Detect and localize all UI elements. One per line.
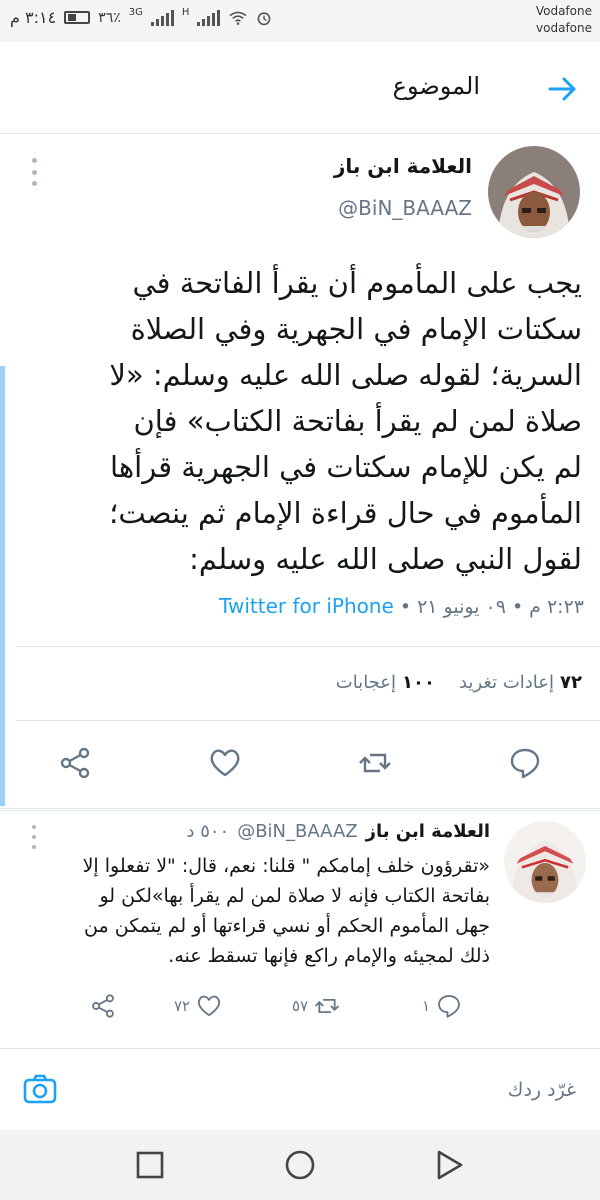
battery-percent: ٣٦٪ — [98, 9, 121, 26]
author-handle[interactable]: @BiN_BAAAZ — [338, 196, 472, 220]
heart-icon — [198, 995, 221, 1017]
retweet-icon[interactable] — [358, 746, 392, 780]
reply-icon[interactable] — [508, 746, 542, 780]
retweet-icon — [315, 998, 340, 1014]
thread-indicator — [0, 366, 5, 806]
battery-icon — [64, 11, 91, 24]
share-icon — [92, 994, 114, 1018]
wifi-icon — [229, 11, 247, 25]
camera-icon[interactable] — [22, 1071, 58, 1107]
network-type-label: 3G — [128, 7, 143, 18]
recent-apps-icon[interactable] — [133, 1148, 167, 1182]
likes-count: ١٠٠ — [402, 672, 436, 693]
reply-avatar[interactable] — [504, 821, 586, 903]
reply-retweet-count: ٥٧ — [292, 997, 309, 1015]
tweet-stats: ٧٢إعادات تغريد ١٠٠إعجابات — [336, 672, 582, 693]
likes-label: إعجابات — [335, 672, 397, 693]
signal-icon — [150, 9, 174, 26]
retweets-count: ٧٢ — [560, 672, 582, 693]
home-icon[interactable] — [283, 1148, 317, 1182]
tweet-text: يجب على المأموم أن يقرأ الفاتحة في سكتات… — [109, 266, 582, 576]
more-options-icon[interactable] — [32, 158, 38, 186]
signal-icon-2 — [197, 9, 221, 26]
avatar-photo — [488, 146, 580, 238]
retweets-stat[interactable]: ٧٢إعادات تغريد — [459, 672, 582, 693]
reply-actions: ٧٢ ٥٧ ١ — [0, 993, 600, 1027]
carrier-line-1: Vodafone — [535, 4, 592, 18]
tweet-meta: ٢:٢٣ م • ٠٩ يونيو ٢١ • Twitter for iPhon… — [219, 594, 584, 618]
reply-compose-bar[interactable]: غرّد ردك — [0, 1048, 600, 1130]
divider-3 — [0, 808, 600, 809]
page-title: الموضوع — [392, 72, 480, 100]
carrier-label: Vodafone vodafone — [536, 3, 592, 37]
avatar[interactable] — [488, 146, 580, 238]
reply-like-count: ٧٢ — [174, 997, 191, 1015]
share-icon[interactable] — [58, 746, 92, 780]
status-left-group: ٣:١٤ م ٣٦٪ 3G H — [10, 7, 272, 27]
reply-avatar-photo — [504, 821, 586, 903]
reply-input[interactable]: غرّد ردك — [508, 1079, 576, 1101]
status-bar: ٣:١٤ م ٣٦٪ 3G H Vodafone vodafone — [0, 0, 600, 42]
reply-time: ٥٠٠ د — [186, 821, 230, 842]
divider — [16, 646, 600, 647]
tweet-actions — [0, 738, 600, 788]
reply-share-button[interactable] — [90, 993, 116, 1019]
likes-stat[interactable]: ١٠٠إعجابات — [336, 672, 435, 693]
back-icon[interactable] — [433, 1148, 467, 1182]
reply-author-handle[interactable]: @BiN_BAAAZ — [237, 821, 357, 842]
reply-header: العلامة ابن باز @BiN_BAAAZ ٥٠٠ د — [186, 821, 490, 842]
reply-text: «تقرؤون خلف إمامكم " قلنا: نعم، قال: "لا… — [82, 855, 490, 967]
tweet-time: ٢:٢٣ م — [529, 596, 584, 618]
system-nav-bar — [0, 1130, 600, 1200]
reply-tweet[interactable]: العلامة ابن باز @BiN_BAAAZ ٥٠٠ د «تقرؤون… — [0, 810, 600, 1038]
retweets-label: إعادات تغريد — [459, 672, 555, 693]
alarm-icon — [258, 11, 271, 25]
reply-more-options-icon[interactable] — [32, 825, 38, 849]
reply-author-name[interactable]: العلامة ابن باز — [366, 821, 490, 842]
meta-separator-2: • — [399, 596, 412, 618]
reply-like-button[interactable]: ٧٢ — [174, 993, 222, 1019]
reply-icon — [438, 995, 460, 1018]
heart-icon[interactable] — [208, 746, 242, 780]
reply-reply-count: ١ — [422, 997, 431, 1015]
main-tweet: العلامة ابن باز @BiN_BAAAZ يجب على المأم… — [0, 134, 600, 809]
tweet-source-link[interactable]: Twitter for iPhone — [219, 594, 394, 618]
divider-2 — [16, 720, 600, 721]
carrier-line-2: vodafone — [536, 21, 592, 35]
status-time: ٣:١٤ م — [10, 8, 57, 27]
reply-reply-button[interactable]: ١ — [422, 993, 462, 1019]
network-type-label-2: H — [181, 7, 190, 18]
reply-retweet-button[interactable]: ٥٧ — [292, 993, 340, 1019]
top-bar: الموضوع — [0, 42, 600, 134]
arrow-right-icon[interactable] — [546, 72, 580, 106]
tweet-date: ٠٩ يونيو ٢١ — [417, 596, 506, 618]
meta-separator: • — [511, 596, 524, 618]
author-name[interactable]: العلامة ابن باز — [334, 154, 472, 178]
